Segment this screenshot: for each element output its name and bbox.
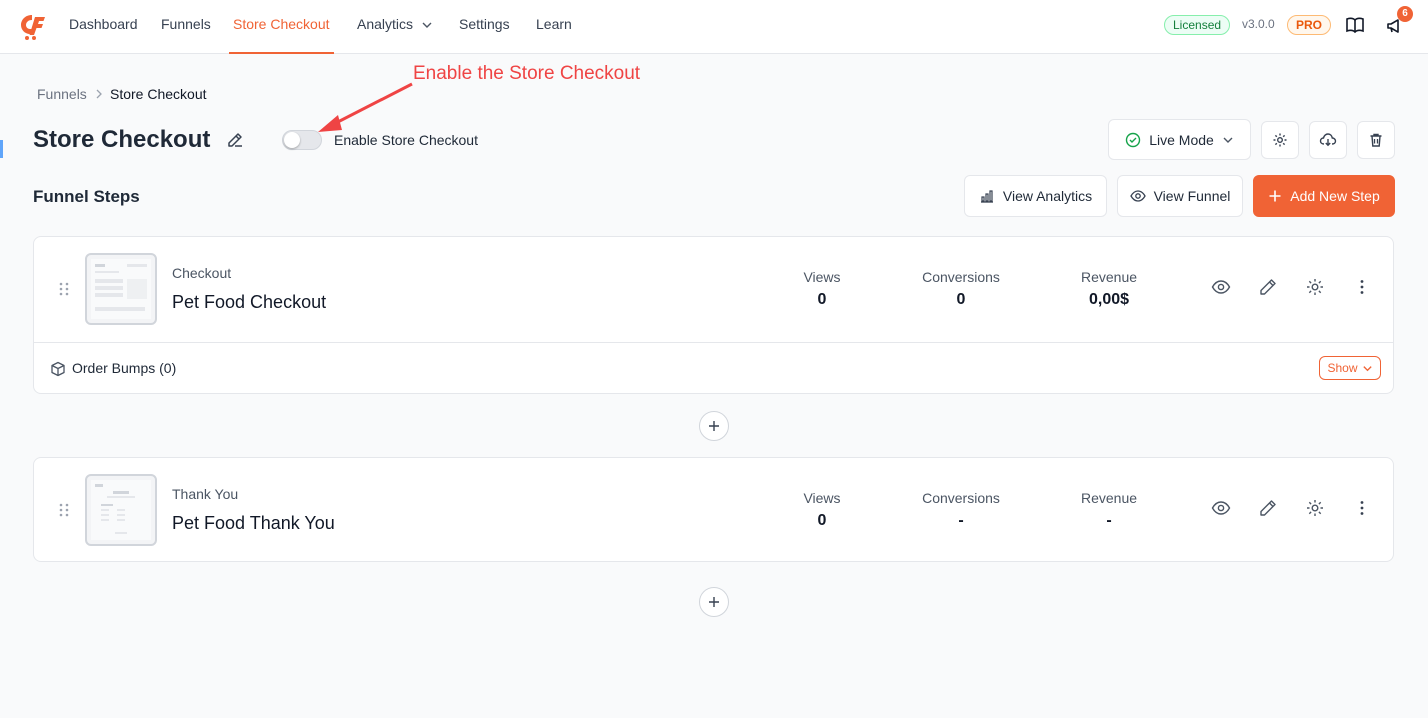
card-divider	[34, 342, 1393, 343]
more-options-icon[interactable]	[1352, 277, 1372, 297]
breadcrumb-chevron-icon	[96, 89, 102, 99]
funnel-steps-title: Funnel Steps	[33, 187, 140, 206]
live-mode-dropdown[interactable]: Live Mode	[1108, 119, 1251, 160]
views-value: 0	[817, 512, 827, 529]
view-analytics-label: View Analytics	[1002, 188, 1093, 204]
conversions-value: -	[958, 512, 964, 529]
step-settings-icon[interactable]	[1305, 277, 1325, 297]
add-new-step-button[interactable]: Add New Step	[1253, 175, 1395, 217]
trash-icon	[1370, 133, 1382, 147]
version-label: v3.0.0	[1242, 17, 1275, 31]
thank-you-page-preview-icon	[91, 480, 151, 540]
view-funnel-label: View Funnel	[1153, 188, 1231, 204]
step-card-checkout: Checkout Pet Food Checkout Views 0 Conve…	[33, 236, 1394, 394]
pro-badge: PRO	[1287, 15, 1332, 35]
plus-icon	[709, 421, 719, 431]
step-thumbnail[interactable]	[85, 253, 157, 325]
add-new-step-label: Add New Step	[1290, 188, 1380, 204]
left-edge-marker	[0, 140, 3, 158]
cartflows-logo[interactable]	[18, 11, 48, 41]
preview-step-icon[interactable]	[1211, 498, 1231, 518]
revenue-label: Revenue	[1080, 269, 1138, 285]
nav-analytics[interactable]: Analytics	[357, 0, 433, 54]
nav-funnels[interactable]: Funnels	[161, 0, 211, 54]
step-type-label: Checkout	[172, 265, 232, 281]
edit-step-icon[interactable]	[1258, 277, 1278, 297]
licensed-badge: Licensed	[1164, 15, 1231, 35]
eye-icon	[1129, 190, 1146, 202]
nav-analytics-label: Analytics	[357, 16, 414, 32]
view-funnel-button[interactable]: View Funnel	[1117, 175, 1243, 217]
check-circle-icon	[1126, 132, 1141, 147]
preview-step-icon[interactable]	[1211, 277, 1231, 297]
annotation-text: Enable the Store Checkout	[413, 63, 641, 84]
chevron-down-icon	[422, 22, 432, 29]
breadcrumb-funnels[interactable]: Funnels	[37, 86, 87, 102]
nav-dashboard[interactable]: Dashboard	[69, 0, 138, 54]
nav-settings[interactable]: Settings	[459, 0, 510, 54]
view-analytics-button[interactable]: View Analytics	[964, 175, 1107, 217]
checkout-page-preview-icon	[91, 259, 151, 319]
notification-count-badge: 6	[1397, 6, 1413, 22]
step-settings-icon[interactable]	[1305, 498, 1325, 518]
step-name[interactable]: Pet Food Checkout	[172, 292, 326, 313]
show-label: Show	[1327, 361, 1358, 375]
drag-handle-icon[interactable]	[58, 502, 70, 518]
cube-icon	[51, 361, 65, 377]
revenue-value: -	[1106, 512, 1112, 529]
enable-store-checkout-label: Enable Store Checkout	[334, 132, 478, 148]
conversions-label: Conversions	[922, 269, 1000, 285]
chevron-down-icon	[1362, 365, 1372, 371]
views-label: Views	[803, 269, 841, 285]
enable-store-checkout-toggle[interactable]	[282, 130, 322, 150]
export-button[interactable]	[1309, 121, 1347, 159]
conversions-label: Conversions	[922, 490, 1000, 506]
top-navigation-bar: Dashboard Funnels Store Checkout Analyti…	[0, 0, 1428, 54]
edit-step-icon[interactable]	[1258, 498, 1278, 518]
views-value: 0	[817, 291, 827, 308]
order-bumps-label: Order Bumps (0)	[72, 360, 177, 376]
revenue-value: 0,00$	[1088, 291, 1130, 308]
revenue-label: Revenue	[1080, 490, 1138, 506]
toggle-knob	[284, 132, 300, 148]
views-label: Views	[803, 490, 841, 506]
step-name[interactable]: Pet Food Thank You	[172, 513, 335, 534]
add-step-end-button[interactable]	[699, 587, 729, 617]
gear-icon	[1273, 133, 1287, 147]
conversions-value: 0	[956, 291, 966, 308]
edit-title-icon[interactable]	[226, 131, 244, 149]
step-type-label: Thank You	[172, 486, 239, 502]
bar-chart-icon	[980, 190, 993, 203]
page-title: Store Checkout	[33, 126, 211, 153]
drag-handle-icon[interactable]	[58, 281, 70, 297]
funnel-settings-button[interactable]	[1261, 121, 1299, 159]
plus-icon	[709, 597, 719, 607]
chevron-down-icon	[1223, 137, 1233, 143]
nav-learn[interactable]: Learn	[536, 0, 572, 54]
step-card-thank-you: Thank You Pet Food Thank You Views 0 Con…	[33, 457, 1394, 562]
plus-icon	[1269, 190, 1281, 202]
cloud-download-icon	[1319, 133, 1337, 147]
step-thumbnail[interactable]	[85, 474, 157, 546]
nav-store-checkout[interactable]: Store Checkout	[229, 0, 334, 54]
add-step-between-button[interactable]	[699, 411, 729, 441]
delete-funnel-button[interactable]	[1357, 121, 1395, 159]
show-order-bumps-button[interactable]: Show	[1319, 356, 1381, 380]
more-options-icon[interactable]	[1352, 498, 1372, 518]
breadcrumb-current: Store Checkout	[110, 86, 207, 102]
book-icon[interactable]	[1345, 15, 1365, 35]
live-mode-label: Live Mode	[1149, 131, 1214, 148]
